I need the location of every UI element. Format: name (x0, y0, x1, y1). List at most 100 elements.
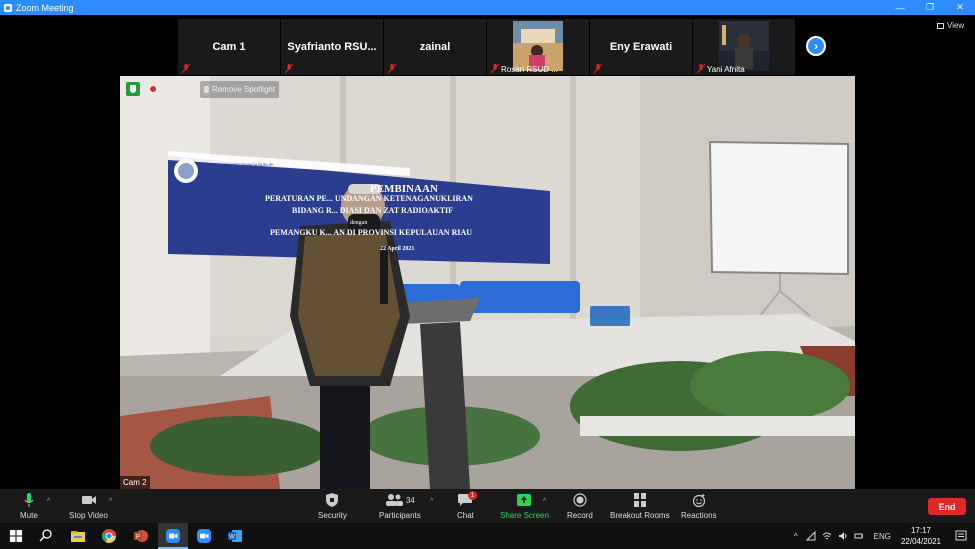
breakout-rooms-label: Breakout Rooms (610, 511, 670, 520)
share-screen-button[interactable]: Share Screen (500, 493, 549, 520)
clock-date: 22/04/2021 (900, 537, 941, 546)
breakout-rooms-button[interactable]: Breakout Rooms (610, 493, 670, 520)
file-explorer-icon[interactable] (70, 528, 86, 544)
participant-name: zainal (419, 41, 451, 53)
participant-tile[interactable]: Yani Afnita (693, 19, 795, 75)
windows-start-icon[interactable] (8, 528, 24, 544)
windows-taskbar: P W ^ ENG 17:17 22/04/2021 (0, 523, 975, 549)
pin-icon (203, 86, 209, 93)
participant-thumbnail (513, 21, 563, 71)
muted-mic-icon (285, 64, 293, 73)
battery-icon[interactable] (854, 531, 864, 541)
record-button[interactable]: Record (567, 493, 593, 520)
view-label: View (947, 21, 965, 30)
shield-icon (326, 493, 339, 507)
next-page-button[interactable]: › (806, 36, 826, 56)
input-language[interactable]: ENG (874, 532, 891, 541)
stop-video-button[interactable]: Stop Video (69, 493, 108, 520)
chat-unread-badge: 1 (468, 491, 477, 500)
remove-spotlight-button[interactable]: Remove Spotlight (200, 81, 279, 98)
muted-mic-icon (182, 64, 190, 73)
end-meeting-button[interactable]: End (928, 498, 966, 515)
muted-mic-icon (388, 64, 396, 73)
participant-tile[interactable]: zainal (384, 19, 486, 75)
network-icon[interactable] (805, 531, 816, 541)
system-tray: ^ ENG 17:17 22/04/2021 (794, 523, 975, 549)
clock-time: 17:17 (910, 526, 931, 535)
participants-options-caret[interactable]: ^ (430, 498, 433, 505)
chat-label: Chat (457, 511, 474, 520)
reactions-label: Reactions (681, 511, 717, 520)
title-bar: Zoom Meeting — ❐ ✕ (0, 0, 975, 15)
stop-video-label: Stop Video (69, 511, 108, 520)
svg-text:P: P (136, 535, 140, 541)
reactions-button[interactable]: Reactions (681, 493, 717, 520)
view-grid-icon (937, 22, 944, 29)
restore-button[interactable]: ❐ (915, 0, 945, 15)
participant-name: Cam 1 (212, 41, 246, 53)
participant-tile[interactable]: Eny Erawati (590, 19, 692, 75)
chat-button[interactable]: Chat 1 (457, 491, 477, 520)
participant-tile[interactable]: Cam 1 (178, 19, 280, 75)
word-icon[interactable]: W (227, 528, 243, 544)
participants-label: Participants (379, 511, 421, 520)
zoom-app-icon (166, 529, 180, 543)
mute-label: Mute (20, 511, 38, 520)
record-icon (573, 493, 587, 507)
banner-text-line: PERATURAN PE... UNDANGAN KETENAGANUKLIRA… (265, 194, 473, 203)
meeting-toolbar: Mute ^ Stop Video ^ Security 34 Particip… (0, 489, 975, 523)
notifications-icon[interactable] (955, 530, 967, 542)
participant-tile[interactable]: Rosari RSUD ... (487, 19, 589, 75)
volume-icon[interactable] (838, 531, 848, 541)
security-label: Security (318, 511, 347, 520)
participant-name: Rosari RSUD ... (501, 65, 558, 74)
participants-count: 34 (405, 495, 415, 505)
participant-name: Yani Afnita (707, 65, 745, 74)
security-shield-icon[interactable] (126, 82, 140, 96)
microphone-icon (24, 493, 34, 507)
participants-icon (385, 494, 403, 506)
video-camera-icon (81, 496, 96, 504)
video-name-label: Cam 2 (120, 476, 150, 489)
share-screen-label: Share Screen (500, 511, 549, 520)
participant-strip: Cam 1 Syafrianto RSU... zainal Rosari RS… (0, 15, 975, 75)
zoom-meeting-icon[interactable] (196, 528, 212, 544)
banner-date: 22 April 2021 (380, 246, 415, 252)
mute-button[interactable]: Mute (20, 493, 38, 520)
show-hidden-icons-chevron-icon[interactable]: ^ (794, 532, 798, 541)
participants-button[interactable]: 34 Participants (379, 493, 421, 520)
muted-mic-icon (491, 64, 499, 73)
video-options-caret[interactable]: ^ (109, 498, 112, 505)
main-video[interactable]: PEMBINAAN PERATURAN PE... UNDANGAN KETEN… (120, 76, 855, 489)
close-button[interactable]: ✕ (945, 0, 975, 15)
banner-text-line: BIDANG R... DIASI DAN ZAT RADIOAKTIF (292, 206, 454, 215)
window-title: Zoom Meeting (16, 2, 74, 13)
share-screen-icon (517, 494, 532, 506)
participant-name: Syafrianto RSU... (287, 41, 377, 53)
banner-text-line: dengan (350, 220, 368, 226)
chrome-icon[interactable] (101, 528, 117, 544)
remove-spotlight-label: Remove Spotlight (211, 85, 276, 94)
reactions-smiley-icon (692, 494, 705, 507)
breakout-rooms-icon (633, 493, 646, 507)
video-frame (120, 76, 855, 489)
muted-mic-icon (594, 64, 602, 73)
participant-thumbnail (719, 21, 769, 71)
banner-text-line: PEMANGKU K... AN DI PROVINSI KEPULAUAN R… (270, 228, 473, 237)
minimize-button[interactable]: — (885, 0, 915, 15)
view-button[interactable]: View (937, 21, 964, 30)
wifi-icon[interactable] (822, 531, 832, 541)
share-options-caret[interactable]: ^ (543, 498, 546, 505)
taskbar-clock[interactable]: 17:17 22/04/2021 (901, 525, 941, 547)
recording-indicator-icon (149, 85, 157, 93)
zoom-app-icon (4, 3, 12, 12)
search-icon[interactable] (38, 528, 54, 544)
participant-tile[interactable]: Syafrianto RSU... (281, 19, 383, 75)
muted-mic-icon (697, 64, 705, 73)
svg-text:W: W (229, 535, 235, 541)
banner-org: BADAN PENGAWAS TENAGA NUKLIR (202, 162, 273, 167)
powerpoint-icon[interactable]: P (133, 528, 149, 544)
record-label: Record (567, 511, 593, 520)
audio-options-caret[interactable]: ^ (47, 498, 50, 505)
security-button[interactable]: Security (318, 493, 347, 520)
